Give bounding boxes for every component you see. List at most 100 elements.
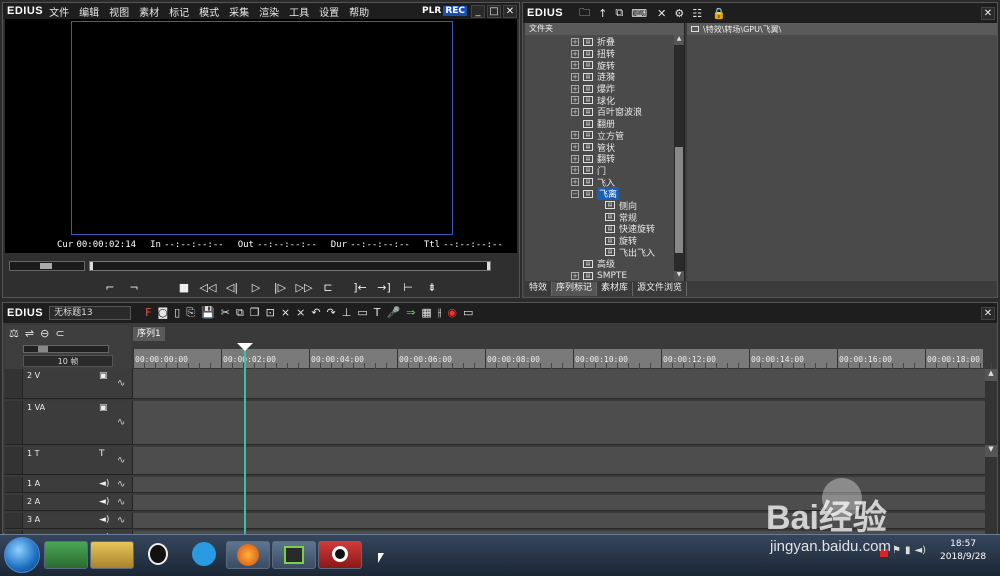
step-forward-icon[interactable]: |▷ [269, 279, 291, 297]
taskbar-app-media-icon[interactable] [182, 541, 226, 569]
expand-icon[interactable]: + [571, 178, 579, 187]
tree-item[interactable]: + ▤ 百叶窗波浪 [571, 106, 684, 118]
waveform-icon[interactable]: ∿ [117, 455, 125, 466]
cut-icon[interactable]: ✂ [221, 306, 230, 320]
expand-icon[interactable]: + [571, 166, 579, 175]
copy-icon[interactable]: ⧉ [236, 306, 244, 320]
waveform-icon[interactable]: ∿ [117, 417, 125, 428]
tree-item[interactable]: + ▤ 球化 [571, 94, 684, 107]
timeline-ruler[interactable]: 00:00:00:00 00:00:02:00 00:00:04:00 00:00:0… [133, 349, 992, 369]
step-back-icon[interactable]: ◁| [221, 279, 243, 297]
track-header[interactable]: 2 V ▣ ∿ [5, 369, 133, 399]
save-icon[interactable]: 💾 [201, 306, 215, 320]
tree-item[interactable]: + ▤ 折叠 [571, 36, 684, 48]
menu-item[interactable]: 视图 [109, 8, 129, 19]
tree-item[interactable]: + ▤ 管状 [571, 141, 684, 154]
taskbar-app-360-icon[interactable] [44, 541, 88, 569]
undo-icon[interactable]: ↶ [311, 306, 320, 320]
minimize-button[interactable]: _ [471, 4, 485, 18]
library-tab[interactable]: 序列标记 [552, 282, 598, 296]
tree-item[interactable]: ▤ 飞出飞入 [571, 246, 684, 259]
tree-item[interactable]: + ▤ 涟漪 [571, 71, 684, 83]
mode-icon[interactable]: F [145, 306, 151, 320]
expand-icon[interactable]: + [571, 96, 579, 105]
sync-icon[interactable]: ⚖ [9, 327, 19, 340]
tree-item[interactable]: + ▤ 旋转 [571, 59, 684, 72]
tree-item[interactable]: + ▤ 翻转 [571, 153, 684, 165]
tree-item[interactable]: + ▤ 扭转 [571, 48, 684, 60]
plr-indicator[interactable]: PLR [422, 6, 441, 16]
split-icon[interactable]: ⊢ [397, 279, 419, 297]
expand-icon[interactable]: + [571, 271, 579, 280]
expand-icon[interactable]: − [571, 189, 579, 198]
menu-item[interactable]: 帮助 [349, 8, 369, 19]
expand-icon[interactable]: + [571, 107, 579, 116]
sequence-tab[interactable]: 序列1 [133, 327, 165, 341]
render-icon[interactable]: ⇒ [406, 306, 415, 320]
audio-icon[interactable]: ◄) [99, 497, 109, 507]
grid-icon[interactable]: ▦ [421, 306, 431, 320]
shuttle-slider[interactable] [9, 261, 85, 271]
properties-icon[interactable]: ⚙ [674, 7, 684, 20]
expand-icon[interactable]: + [571, 49, 579, 58]
overwrite-icon[interactable]: →] [373, 279, 395, 297]
expand-icon[interactable]: + [571, 143, 579, 152]
start-button[interactable] [4, 537, 40, 573]
ripple-delete-icon[interactable]: ⨯ [281, 306, 290, 320]
library-tab[interactable]: 源文件浏览 [633, 282, 688, 296]
open-project-icon[interactable]: ⎘ [186, 306, 195, 320]
new-folder-icon[interactable]: 🗀 [579, 4, 590, 23]
track-header[interactable]: 1 A ◄) ∿ [5, 477, 133, 493]
tree-item[interactable]: + ▤ 门 [571, 165, 684, 177]
close-button[interactable]: ✕ [503, 4, 517, 18]
waveform-icon[interactable]: ∿ [117, 497, 125, 508]
voiceover-icon[interactable]: 🎤 [387, 306, 401, 320]
stop-icon[interactable]: ■ [173, 279, 195, 297]
title-track-icon[interactable]: T [99, 449, 105, 459]
redo-icon[interactable]: ↷ [327, 306, 336, 320]
edit-icon[interactable]: ⌨ [631, 7, 647, 20]
tree-item[interactable]: + ▤ 飞入 [571, 176, 684, 189]
set-marker-icon[interactable]: ⊥ [342, 306, 352, 320]
track-header[interactable]: 3 A ◄) ∿ [5, 513, 133, 529]
tree-item[interactable]: ▤ 高级 [571, 258, 684, 270]
split-clip-icon[interactable]: ▭ [357, 306, 367, 320]
menu-item[interactable]: 文件 [49, 8, 69, 19]
video-track-icon[interactable]: ▣ [99, 371, 108, 381]
insert-icon[interactable]: ]← [349, 279, 371, 297]
vectorscope-icon[interactable]: ◉ [447, 306, 457, 320]
paste-icon[interactable]: ❐ [250, 306, 260, 320]
menu-item[interactable]: 编辑 [79, 8, 99, 19]
menu-item[interactable]: 工具 [289, 8, 309, 19]
expand-icon[interactable]: + [571, 61, 579, 70]
expand-icon[interactable]: + [571, 37, 579, 46]
video-track-icon[interactable]: ▣ [99, 403, 108, 413]
up-folder-icon[interactable]: ↑ [598, 7, 607, 20]
play-icon[interactable]: ▷ [245, 279, 267, 297]
taskbar-app-edius-icon[interactable] [272, 541, 316, 569]
mark-in-icon[interactable]: ⌐ [99, 279, 121, 297]
menu-item[interactable]: 素材 [139, 8, 159, 19]
maximize-button[interactable]: □ [487, 4, 501, 18]
taskbar-app-explorer-icon[interactable] [90, 541, 134, 569]
library-close-button[interactable]: ✕ [981, 6, 995, 20]
track-header[interactable]: 1 VA ▣ ∿ [5, 401, 133, 445]
export-icon[interactable]: ⇟ [421, 279, 443, 297]
menu-item[interactable]: 模式 [199, 8, 219, 19]
playhead[interactable] [244, 347, 246, 535]
menu-item[interactable]: 标记 [169, 8, 189, 19]
view-mode-icon[interactable]: ☷ [692, 7, 702, 20]
tree-scrollbar[interactable]: ▲ ▼ [674, 35, 684, 281]
waveform-icon[interactable]: ∿ [117, 378, 125, 389]
link-icon[interactable]: ⇌ [25, 327, 34, 340]
rewind-icon[interactable]: ◁◁ [197, 279, 219, 297]
mixer-icon[interactable]: ⫲ [438, 306, 442, 320]
menu-item[interactable]: 采集 [229, 8, 249, 19]
tree-item[interactable]: + ▤ SMPTE [571, 270, 684, 282]
timeline-scrollbar[interactable]: ▲ ▼ [985, 369, 997, 535]
audio-icon[interactable]: ◄) [99, 479, 109, 489]
position-bar[interactable] [89, 261, 491, 271]
fast-forward-icon[interactable]: ▷▷ [293, 279, 315, 297]
expand-icon[interactable]: + [571, 72, 579, 81]
tree-item[interactable]: ▤ 旋转 [571, 235, 684, 247]
